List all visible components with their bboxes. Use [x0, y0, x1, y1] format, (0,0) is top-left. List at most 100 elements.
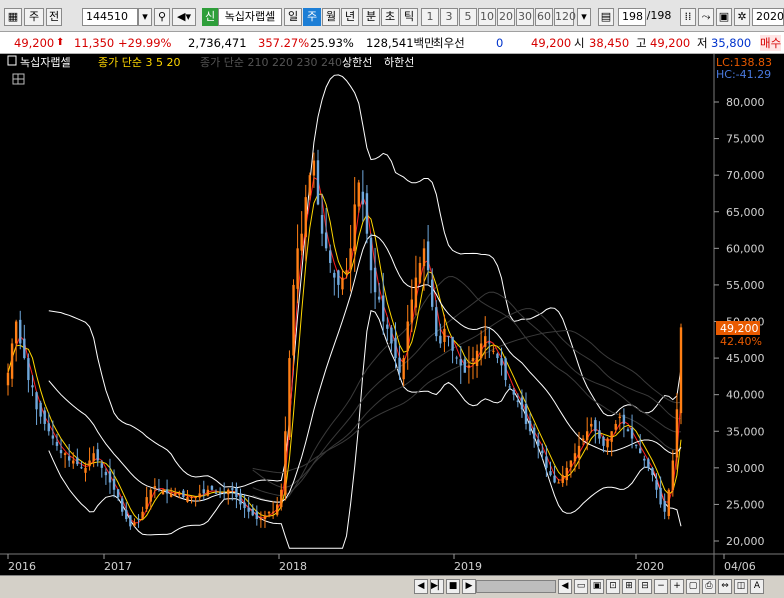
current-price: 49,200: [14, 36, 55, 50]
market-select[interactable]: 주: [24, 8, 44, 26]
toolbar: ▦ 주 전 144510 ▾ ⚲ ◀▾ 신 녹십자랩셀 일 주 월 년 분 초 …: [0, 0, 784, 32]
screen-icon[interactable]: ◫: [734, 579, 748, 594]
interval-60[interactable]: 60: [535, 8, 553, 26]
x-axis-ticks: 2016 2017 2018 2019 2020 04/06: [7, 554, 756, 573]
zoom-fit-icon[interactable]: ⊡: [606, 579, 620, 594]
best-tag: 최우선: [433, 36, 465, 50]
candle-body: [630, 428, 634, 439]
chart-scrollbar[interactable]: [476, 580, 556, 593]
gear-icon[interactable]: ✲: [734, 8, 750, 26]
low-label: 저: [697, 36, 708, 50]
x-tick-label: 2019: [454, 560, 482, 573]
candle-body: [76, 457, 79, 465]
candle-body: [235, 488, 238, 498]
y-tick-label: 45,000: [726, 352, 765, 365]
high-label: 고: [636, 36, 647, 50]
grid-icon[interactable]: ⁞⁞: [680, 8, 696, 26]
candle-body: [500, 358, 503, 366]
zoom-reset-icon[interactable]: ⊞: [622, 579, 636, 594]
candle-body: [655, 480, 658, 490]
candle-body: [72, 460, 75, 464]
candle-body: [55, 441, 59, 446]
candle-body: [239, 493, 242, 505]
interval-5[interactable]: 5: [459, 8, 477, 26]
candle-body: [129, 515, 132, 527]
interval-120[interactable]: 120: [554, 8, 576, 26]
candle-body: [67, 456, 71, 461]
search-icon[interactable]: ⚲: [154, 8, 170, 26]
interval-dropdown-icon[interactable]: ▾: [577, 8, 591, 26]
count-input[interactable]: 198: [618, 8, 646, 26]
chevron-down-icon[interactable]: ▾: [138, 8, 152, 26]
y-tick-label: 30,000: [726, 462, 765, 475]
interval-tick[interactable]: 틱: [400, 8, 418, 26]
x-tick-label: 2017: [104, 560, 132, 573]
candle-body: [390, 327, 393, 344]
interval-10[interactable]: 10: [478, 8, 496, 26]
candle-body: [292, 284, 295, 356]
split-icon[interactable]: ⊟: [638, 579, 652, 594]
price-chart[interactable]: 80,00075,00070,00065,00060,00055,00050,0…: [0, 54, 784, 575]
candle-body: [263, 515, 267, 520]
y-tick-label: 65,000: [726, 206, 765, 219]
next-page-button[interactable]: ▶: [462, 579, 476, 594]
prev-page-button[interactable]: ▶▏: [430, 579, 445, 594]
candle-body: [39, 402, 42, 417]
candle-body: [47, 423, 50, 432]
candle-body: [218, 492, 222, 494]
candle-body: [165, 489, 169, 494]
plus-icon[interactable]: +: [670, 579, 684, 594]
interval-1[interactable]: 1: [421, 8, 439, 26]
new-listing-badge: 신: [202, 8, 218, 26]
period-year[interactable]: 년: [341, 8, 359, 26]
interval-3[interactable]: 3: [440, 8, 458, 26]
candle-body: [439, 335, 442, 344]
chart-icon[interactable]: ▦: [4, 8, 22, 26]
long-ma-line: [252, 291, 682, 497]
stock-name: 녹십자랩셀: [218, 8, 282, 26]
year-field[interactable]: 2020: [752, 8, 784, 26]
candle-body: [573, 453, 577, 462]
interval-second[interactable]: 초: [381, 8, 399, 26]
candle-body: [406, 321, 409, 352]
interval-30[interactable]: 30: [516, 8, 534, 26]
expand-icon[interactable]: ⇔: [718, 579, 732, 594]
toggle-view-icon[interactable]: ▤: [598, 8, 614, 26]
candle-body: [104, 471, 108, 476]
candle-body: [561, 475, 564, 483]
candle-body: [80, 467, 83, 469]
period-month[interactable]: 월: [322, 8, 340, 26]
legend-lower: 하한선: [384, 55, 414, 69]
candle-body: [532, 427, 536, 439]
trend-icon[interactable]: ⤳: [698, 8, 714, 26]
hc-label: HC:-41.29: [716, 68, 771, 81]
x-tick-label: 2018: [279, 560, 307, 573]
navigation-bar: ◀ ▶▏ ■ ▶ ◀ ▭ ▣ ⊡ ⊞ ⊟ − + ▢ ⎙ ⇔ ◫ A: [0, 575, 784, 598]
candle-body: [598, 430, 601, 439]
stop-button[interactable]: ■: [446, 579, 460, 594]
print-icon[interactable]: ⎙: [702, 579, 716, 594]
window-icon[interactable]: ▢: [686, 579, 700, 594]
prev-button[interactable]: 전: [46, 8, 62, 26]
candle-body: [435, 307, 438, 337]
save-icon[interactable]: ▣: [716, 8, 732, 26]
stock-code-input[interactable]: 144510: [82, 8, 138, 26]
scroll-left-button[interactable]: ◀: [414, 579, 428, 594]
candle-body: [626, 429, 630, 432]
zoom-in-icon[interactable]: ▣: [590, 579, 604, 594]
first-button[interactable]: ◀: [558, 579, 572, 594]
candle-body: [100, 463, 104, 468]
minus-icon[interactable]: −: [654, 579, 668, 594]
period-week[interactable]: 주: [303, 8, 321, 26]
interval-20[interactable]: 20: [497, 8, 515, 26]
legend-upper: 상한선: [342, 56, 372, 69]
candle-body: [108, 471, 112, 483]
volume-ratio: 357.27%: [258, 36, 310, 50]
text-tool-icon[interactable]: A: [750, 579, 764, 594]
period-day[interactable]: 일: [284, 8, 302, 26]
speaker-icon[interactable]: ◀▾: [172, 8, 196, 26]
buy-tag[interactable]: 매수: [760, 35, 782, 51]
zoom-out-icon[interactable]: ▭: [574, 579, 588, 594]
candle-body: [459, 359, 462, 366]
interval-minute[interactable]: 분: [362, 8, 380, 26]
